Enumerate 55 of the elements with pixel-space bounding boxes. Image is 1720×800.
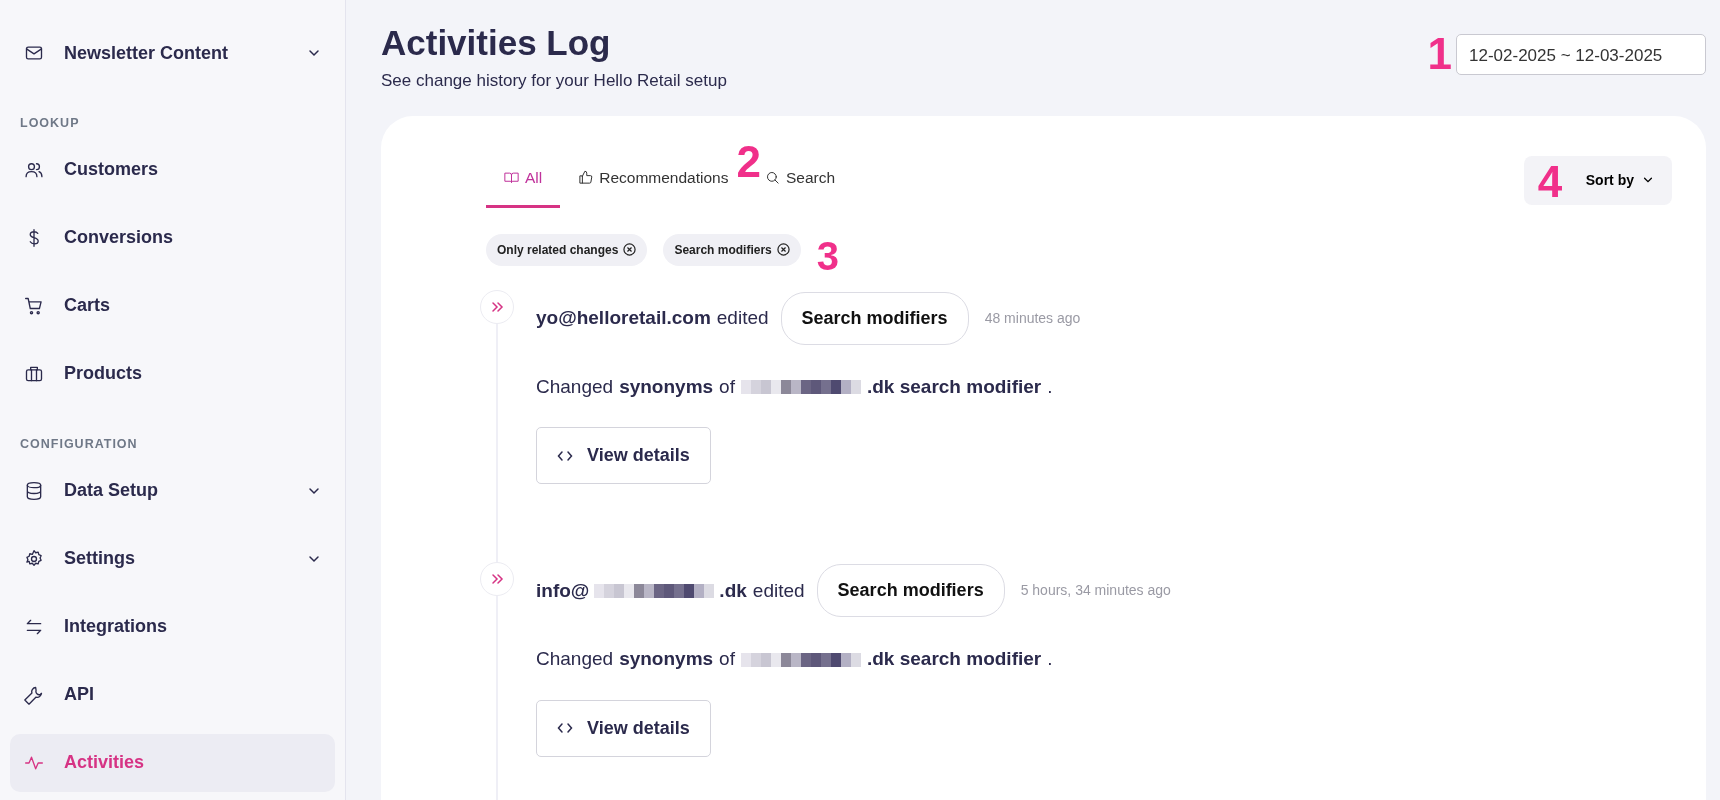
sidebar-item[interactable]: Data Setup (10, 461, 335, 520)
section-label: LOOKUP (19, 115, 81, 132)
sidebar-item[interactable]: Settings (10, 529, 335, 588)
page-title: Activities Log (381, 22, 612, 64)
callout-number: 1 (1427, 32, 1452, 76)
bold-text: synonyms (619, 374, 714, 399)
description-text: of (719, 647, 735, 672)
callout-number: 3 (816, 235, 839, 276)
view-details-button[interactable]: View details (536, 427, 711, 485)
action-verb: edited (752, 578, 805, 603)
double-chevron-icon (490, 299, 504, 314)
book-icon (504, 169, 519, 185)
filter-chip[interactable]: Only related changes (486, 233, 648, 266)
date-range-field[interactable]: 12-02-2025 ~ 12-03-2025 (1456, 33, 1706, 75)
search-icon (764, 169, 780, 185)
timestamp: 5 hours, 34 minutes ago (1020, 581, 1171, 601)
close-icon (776, 243, 790, 257)
sidebar-item[interactable]: API (10, 665, 335, 724)
target-button[interactable]: Search modifiers (780, 291, 969, 345)
sidebar-item[interactable]: Products (10, 344, 335, 403)
bold-text: .dk search modifier (866, 374, 1042, 399)
view-details-button[interactable]: View details (536, 699, 711, 757)
filter-chip[interactable]: Search modifiers (663, 233, 801, 266)
description-text: Changed (536, 374, 614, 399)
settings-icon (24, 548, 44, 569)
page-subtitle: See change history for your Hello Retail setup (381, 70, 727, 92)
database-icon (24, 480, 44, 501)
double-chevron-icon (490, 572, 504, 587)
close-icon (623, 243, 637, 257)
cart-icon (24, 295, 44, 316)
action-verb: edited (716, 306, 769, 330)
timestamp: 48 minutes ago (984, 308, 1081, 328)
section-label: CONFIGURATION (19, 435, 139, 453)
bold-text: .dk search modifier (866, 647, 1042, 672)
author-email: .dk (719, 578, 747, 603)
sidebar-item[interactable]: Conversions (10, 208, 335, 267)
bold-text: synonyms (619, 647, 714, 672)
sidebar-item[interactable]: Customers (10, 140, 335, 199)
description-text: . (1047, 374, 1053, 399)
sidebar-item[interactable]: Integrations (10, 597, 335, 656)
callout-number: 4 (1537, 159, 1563, 204)
description-text: of (719, 374, 735, 399)
thumbs-up-icon (578, 169, 594, 185)
tab[interactable]: All (486, 159, 561, 208)
author-email: info@ (536, 578, 590, 603)
wrench-icon (24, 684, 44, 705)
sidebar-item[interactable]: Activities (10, 733, 335, 792)
callout-number: 2 (736, 139, 761, 184)
description-text: . (1047, 647, 1053, 672)
target-button[interactable]: Search modifiers (816, 564, 1005, 618)
sort-button[interactable]: 4 Sort by (1523, 155, 1672, 205)
sidebar-item[interactable]: Carts (10, 276, 335, 335)
sidebar-item[interactable]: Newsletter Content (10, 24, 335, 82)
author-email: yo@helloretail.com (536, 306, 711, 330)
description-text: Changed (536, 647, 614, 672)
